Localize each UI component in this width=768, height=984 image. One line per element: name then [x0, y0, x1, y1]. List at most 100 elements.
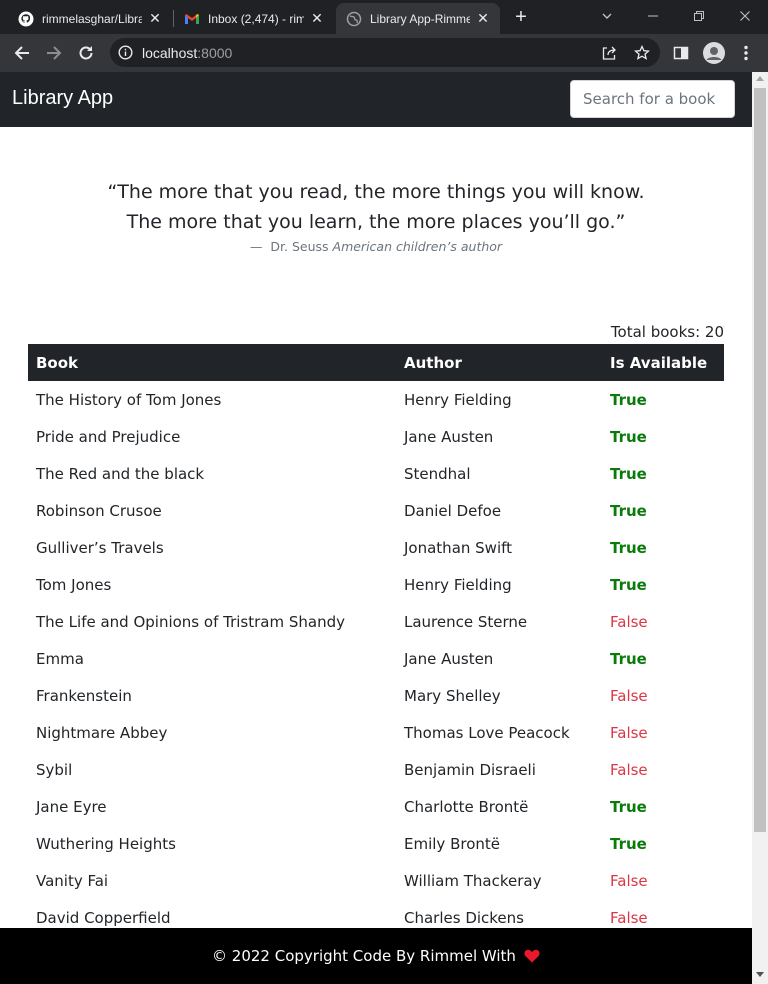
- tab-search-icon[interactable]: [594, 4, 620, 28]
- book-title-cell: Vanity Fai: [36, 871, 109, 890]
- book-author-cell: Emily Brontë: [404, 834, 500, 853]
- github-icon: [18, 11, 34, 27]
- close-window-icon[interactable]: [732, 4, 758, 28]
- back-arrow-icon[interactable]: [9, 40, 35, 66]
- quote-author: Dr. Seuss: [270, 239, 329, 254]
- site-info-icon[interactable]: [118, 45, 133, 60]
- citation-dash: —: [249, 239, 263, 254]
- tab-close-icon[interactable]: ✕: [310, 10, 324, 26]
- tab-title: rimmelasghar/Libra: [42, 11, 142, 26]
- scroll-down-arrow-icon[interactable]: [756, 972, 764, 977]
- heart-icon: [524, 949, 540, 963]
- book-title-cell: Emma: [36, 649, 84, 668]
- availability-cell: False: [610, 686, 648, 705]
- availability-cell: True: [610, 501, 647, 520]
- share-icon[interactable]: [596, 40, 622, 66]
- book-title-cell: Frankenstein: [36, 686, 132, 705]
- book-author-cell: William Thackeray: [404, 871, 542, 890]
- books-table: Book Author Is Available The History of …: [28, 344, 724, 936]
- page-scrollbar[interactable]: [752, 72, 768, 984]
- total-books-count: Total books: 20: [610, 323, 724, 341]
- table-row: Emma Jane Austen True: [28, 640, 724, 677]
- new-tab-icon[interactable]: +: [508, 6, 534, 28]
- reload-icon[interactable]: [73, 40, 99, 66]
- availability-cell: False: [610, 760, 648, 779]
- availability-cell: False: [610, 723, 648, 742]
- book-title-cell: The Red and the black: [36, 464, 205, 483]
- side-panel-icon[interactable]: [668, 40, 694, 66]
- book-title-cell: Pride and Prejudice: [36, 427, 181, 446]
- minimize-icon[interactable]: [640, 4, 666, 28]
- table-row: Jane Eyre Charlotte Brontë True: [28, 788, 724, 825]
- table-row: The Red and the black Stendhal True: [28, 455, 724, 492]
- tab-title: Library App-Rimmel: [370, 11, 470, 26]
- book-author-cell: Stendhal: [404, 464, 471, 483]
- quote-author-description: American children’s author: [332, 239, 503, 254]
- tab-close-icon[interactable]: ✕: [476, 10, 490, 26]
- column-header-author: Author: [404, 353, 462, 372]
- table-row: Tom Jones Henry Fielding True: [28, 566, 724, 603]
- book-author-cell: Charlotte Brontë: [404, 797, 529, 816]
- table-row: Frankenstein Mary Shelley False: [28, 677, 724, 714]
- footer-copyright: © 2022 Copyright Code By Rimmel With: [212, 947, 516, 965]
- table-body: The History of Tom Jones Henry Fielding Tr…: [28, 381, 724, 936]
- tab-library-app[interactable]: Library App-Rimmel ✕: [336, 3, 500, 34]
- availability-cell: False: [610, 871, 648, 890]
- forward-arrow-icon[interactable]: [41, 40, 67, 66]
- quote-block: “The more that you read, the more things…: [0, 177, 752, 254]
- scroll-up-arrow-icon[interactable]: [756, 76, 764, 81]
- tab-github[interactable]: rimmelasghar/Libra ✕: [8, 3, 172, 34]
- book-title-cell: Tom Jones: [36, 575, 112, 594]
- url-host: localhost: [142, 45, 198, 61]
- scrollbar-thumb[interactable]: [754, 88, 766, 832]
- book-title-cell: The History of Tom Jones: [36, 390, 222, 409]
- book-author-cell: Henry Fielding: [404, 575, 512, 594]
- table-row: The Life and Opinions of Tristram Shandy…: [28, 603, 724, 640]
- book-title-cell: Nightmare Abbey: [36, 723, 168, 742]
- table-row: Robinson Crusoe Daniel Defoe True: [28, 492, 724, 529]
- quote-citation: — Dr. Seuss American children’s author: [0, 239, 752, 254]
- book-title-cell: Sybil: [36, 760, 73, 779]
- availability-cell: True: [610, 649, 647, 668]
- quote-line-2: The more that you learn, the more places…: [126, 211, 626, 233]
- book-title-cell: Jane Eyre: [36, 797, 107, 816]
- availability-cell: True: [610, 575, 647, 594]
- column-header-book: Book: [36, 353, 79, 372]
- table-header-row: Book Author Is Available: [28, 344, 724, 381]
- availability-cell: True: [610, 797, 647, 816]
- tab-gmail[interactable]: Inbox (2,474) - rimm ✕: [174, 3, 334, 34]
- address-bar[interactable]: localhost:8000: [110, 38, 660, 67]
- profile-avatar-icon[interactable]: [701, 40, 727, 66]
- gmail-icon: [184, 11, 200, 27]
- url-text: localhost:8000: [142, 45, 232, 61]
- table-row: Sybil Benjamin Disraeli False: [28, 751, 724, 788]
- table-row: The History of Tom Jones Henry Fielding Tr…: [28, 381, 724, 418]
- book-author-cell: Henry Fielding: [404, 390, 512, 409]
- availability-cell: True: [610, 390, 647, 409]
- availability-cell: True: [610, 834, 647, 853]
- menu-kebab-icon[interactable]: [733, 40, 759, 66]
- search-input[interactable]: [570, 80, 735, 118]
- restore-icon[interactable]: [686, 4, 712, 28]
- browser-tab-strip: rimmelasghar/Libra ✕ Inbox (2,474) - rim…: [0, 0, 768, 34]
- navbar: Library App: [0, 72, 752, 127]
- tab-title: Inbox (2,474) - rimm: [208, 11, 304, 26]
- quote-line-1: “The more that you read, the more things…: [107, 181, 645, 203]
- book-title-cell: Robinson Crusoe: [36, 501, 162, 520]
- availability-cell: False: [610, 612, 648, 631]
- browser-toolbar: localhost:8000: [0, 34, 768, 72]
- page-viewport: Library App “The more that you read, the…: [0, 72, 752, 984]
- availability-cell: True: [610, 427, 647, 446]
- book-author-cell: Benjamin Disraeli: [404, 760, 536, 779]
- brand-link[interactable]: Library App: [12, 87, 113, 110]
- footer: © 2022 Copyright Code By Rimmel With: [0, 928, 752, 984]
- tab-close-icon[interactable]: ✕: [148, 10, 162, 26]
- url-port: :8000: [197, 45, 233, 61]
- book-author-cell: Daniel Defoe: [404, 501, 502, 520]
- bookmark-star-icon[interactable]: [629, 40, 655, 66]
- availability-cell: True: [610, 464, 647, 483]
- book-author-cell: Laurence Sterne: [404, 612, 528, 631]
- table-row: Gulliver’s Travels Jonathan Swift True: [28, 529, 724, 566]
- book-title-cell: The Life and Opinions of Tristram Shandy: [36, 612, 345, 631]
- column-header-is-available: Is Available: [610, 353, 708, 372]
